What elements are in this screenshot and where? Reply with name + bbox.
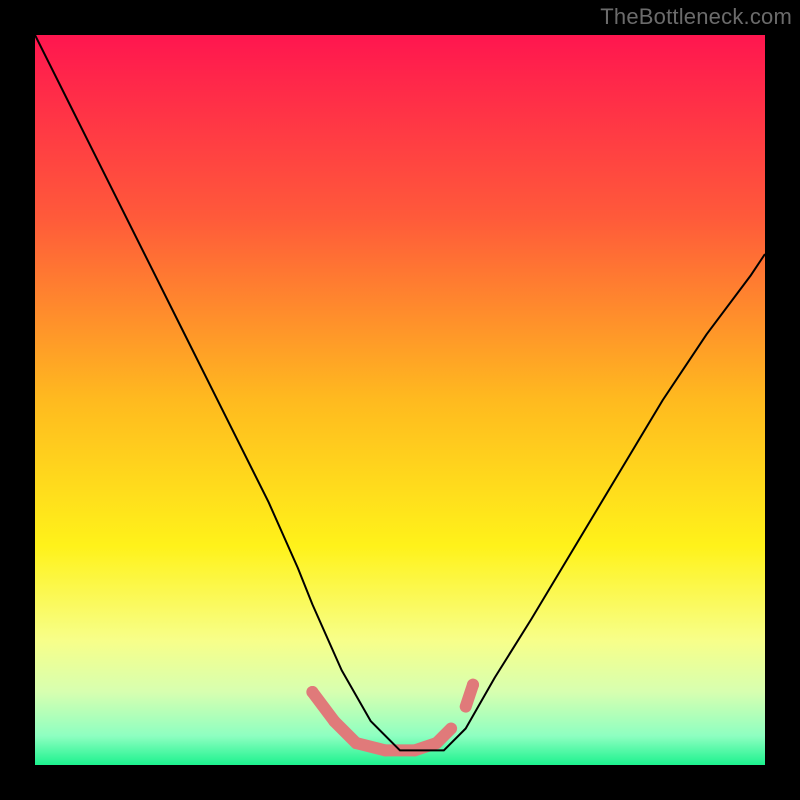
chart-stage: TheBottleneck.com (0, 0, 800, 800)
watermark-text: TheBottleneck.com (600, 4, 792, 30)
marker-cap (306, 686, 318, 698)
gradient-background (35, 35, 765, 765)
marker-cap (467, 679, 479, 691)
plot-area (35, 35, 765, 765)
chart-svg (35, 35, 765, 765)
